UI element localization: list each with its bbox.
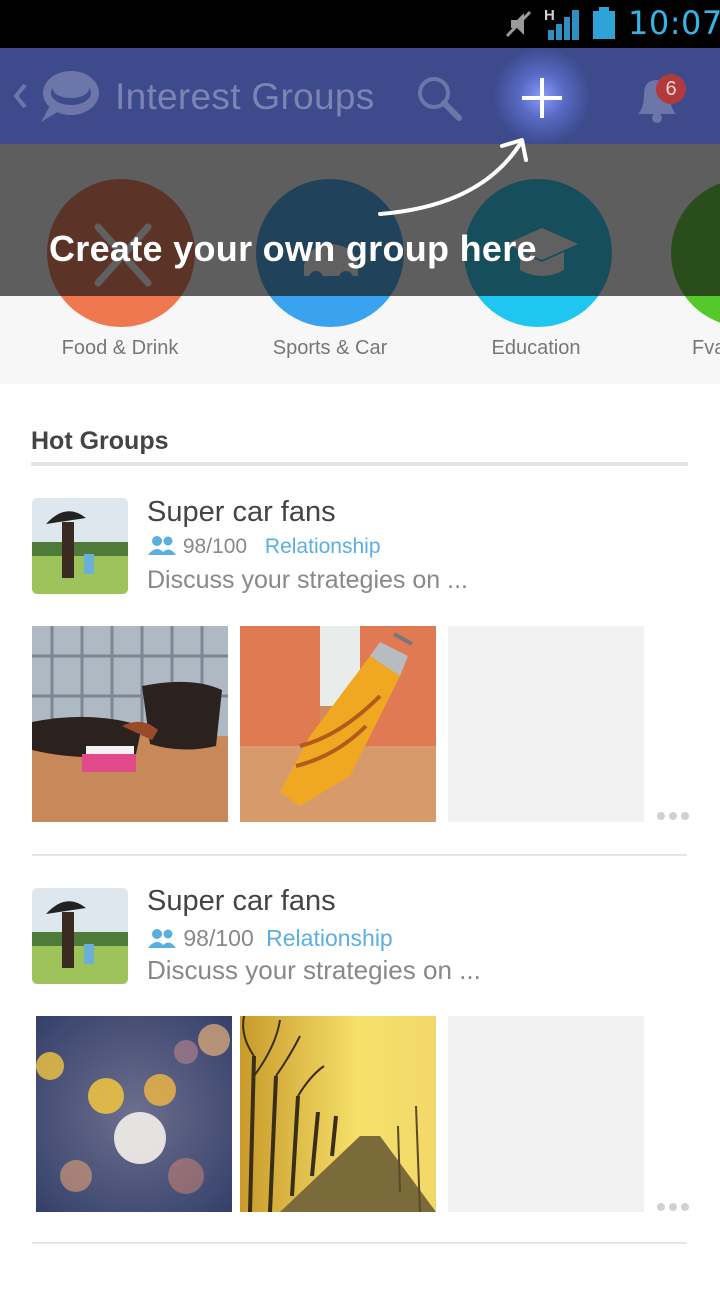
group-avatar[interactable] (32, 888, 128, 984)
hint-arrow-icon (378, 138, 528, 216)
page-title: Interest Groups (115, 76, 375, 117)
signal-icon: H (544, 7, 579, 40)
lounge-chair-photo[interactable] (32, 626, 228, 822)
people-icon (148, 536, 176, 555)
tutorial-hint: Create your own group here (49, 228, 537, 269)
divider (31, 462, 688, 466)
plus-icon (522, 78, 562, 118)
group-description: Discuss your strategies on ... (147, 955, 481, 985)
chat-bubble-logo-icon[interactable] (35, 68, 101, 126)
group-meta: 98/100 Relationship (147, 925, 393, 952)
group-tag[interactable]: Relationship (266, 925, 393, 951)
member-count: 98/100 (182, 535, 248, 558)
back-chevron-icon[interactable] (12, 82, 28, 110)
group-description: Discuss your strategies on ... (147, 566, 468, 594)
notification-badge: 6 (656, 74, 686, 104)
hot-groups-heading: Hot Groups (31, 427, 169, 455)
category-label: Food & Drink (61, 337, 179, 359)
umbrella-person-photo (32, 498, 128, 594)
mute-icon (505, 10, 532, 38)
tree-lined-road-photo[interactable] (240, 1016, 436, 1212)
more-icon[interactable] (656, 1202, 690, 1212)
more-icon[interactable] (656, 811, 690, 821)
network-type-label: H (544, 7, 555, 24)
bokeh-lights-photo[interactable] (36, 1016, 232, 1212)
category-label: Fva (692, 337, 720, 359)
app-bar: Interest Groups 6 (0, 44, 720, 148)
group-avatar[interactable] (32, 498, 128, 594)
empty-photo (448, 1016, 644, 1212)
search-icon[interactable] (413, 72, 465, 124)
broom-photo[interactable] (240, 626, 436, 822)
tutorial-overlay[interactable]: Create your own group here (0, 144, 720, 296)
status-bar: H 10:07 (0, 0, 720, 48)
battery-icon (593, 7, 615, 39)
umbrella-person-photo (32, 888, 128, 984)
group-name[interactable]: Super car fans (147, 885, 336, 918)
people-icon (148, 929, 176, 948)
group-meta: 98/100 Relationship (147, 535, 381, 559)
category-label: Education (491, 337, 581, 359)
divider (32, 1242, 687, 1244)
group-tag[interactable]: Relationship (265, 535, 381, 558)
empty-photo (448, 626, 644, 822)
category-label: Sports & Car (272, 337, 388, 359)
divider (32, 854, 687, 856)
clock: 10:07 (628, 4, 720, 42)
group-name[interactable]: Super car fans (147, 496, 336, 529)
member-count: 98/100 (183, 925, 254, 951)
